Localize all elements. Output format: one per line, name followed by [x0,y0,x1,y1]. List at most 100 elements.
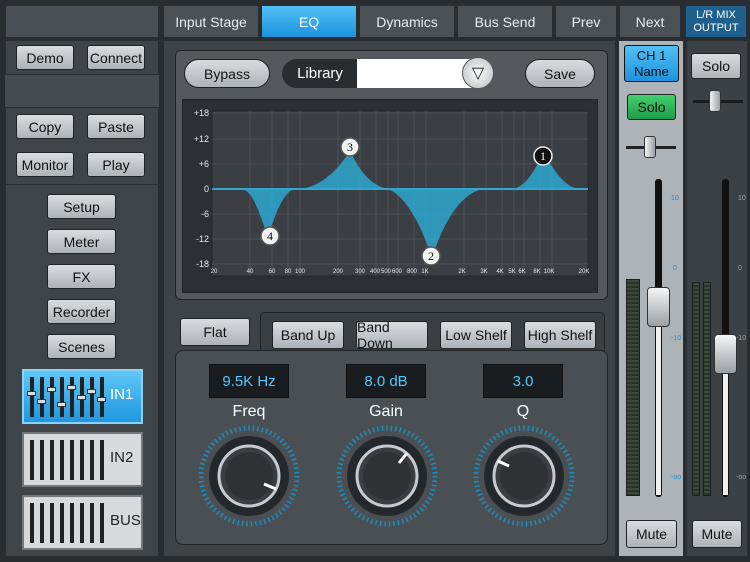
freq-label: Freq [232,403,266,420]
master-level-meter-right [703,282,711,496]
x-tick: 8K [533,269,540,275]
scenes-button[interactable]: Scenes [47,334,116,359]
demo-button[interactable]: Demo [16,45,74,70]
setup-button[interactable]: Setup [47,194,116,219]
channel-fader-handle[interactable] [647,287,670,327]
q-knob[interactable] [473,425,575,527]
channel-scale-mark: -oo [671,474,682,481]
flat-button[interactable]: Flat [180,318,250,346]
tab-next[interactable]: Next [619,5,681,38]
band-handle-4: 4 [260,226,280,246]
sidebar-divider [5,74,159,108]
svg-text:1: 1 [540,149,546,163]
tab-dynamics[interactable]: Dynamics [359,5,455,38]
master-scale-mark: 10 [738,195,746,202]
y-tick: -12 [196,234,209,244]
x-tick: 5K [508,269,515,275]
q-label: Q [516,403,530,420]
x-tick: 40 [247,269,254,275]
copy-button[interactable]: Copy [16,114,74,139]
sidebar-divider-2 [5,184,159,185]
x-tick: 800 [407,269,418,275]
y-tick: +18 [194,108,209,118]
master-scale-mark: -oo [736,474,747,481]
x-tick: 6K [518,269,525,275]
top-left-blank [5,5,159,38]
gain-label: Gain [369,403,403,420]
channel-scale-mark: -10 [671,335,682,342]
master-scale-mark: 0 [738,265,742,272]
recorder-button[interactable]: Recorder [47,299,116,324]
y-tick: 0 [204,184,209,194]
x-tick: 20 [211,269,218,275]
library-select[interactable] [357,59,477,88]
master-mute-button[interactable]: Mute [692,520,742,548]
channel-level-meter [626,279,640,496]
x-tick: 20K [579,269,590,275]
q-readout: 3.0 [483,364,563,398]
tab-bus-send[interactable]: Bus Send [457,5,553,38]
x-tick: 80 [285,269,292,275]
channel-mute-button[interactable]: Mute [626,520,677,548]
channel-label: IN2 [110,449,134,466]
x-tick: 600 [392,269,403,275]
x-tick: 300 [355,269,366,275]
x-tick: 4K [496,269,503,275]
pan-slider-handle[interactable] [644,136,656,158]
y-tick: -6 [201,209,209,219]
band-handle-3: 3 [340,137,360,157]
gain-knob[interactable] [336,425,438,527]
channel-solo-button[interactable]: Solo [627,94,676,120]
band-up-button[interactable]: Band Up [272,321,344,349]
x-tick: 1K [421,269,428,275]
x-tick: 2K [458,269,465,275]
paste-button[interactable]: Paste [87,114,145,139]
x-tick: 100 [295,269,306,275]
tab-eq[interactable]: EQ [261,5,357,38]
master-level-meter-left [692,282,700,496]
band-down-button[interactable]: Band Down [356,319,428,351]
high-shelf-button[interactable]: High Shelf [524,321,596,349]
master-fader-handle[interactable] [714,334,737,374]
master-pan-handle[interactable] [709,90,721,112]
channel-name-button[interactable]: CH 1 Name [624,45,679,82]
gain-readout: 8.0 dB [346,364,426,398]
low-shelf-button[interactable]: Low Shelf [440,321,512,349]
svg-text:3: 3 [347,140,353,154]
channel-in1[interactable]: IN1 [22,369,143,424]
channel-scale-mark: 10 [671,195,679,202]
svg-text:4: 4 [267,229,273,243]
channel-label: BUS [110,512,141,529]
band-handle-2: 2 [421,246,441,266]
master-fader-fill [723,355,728,495]
meter-button[interactable]: Meter [47,229,116,254]
master-scale-mark: -10 [736,335,747,342]
tab-prev[interactable]: Prev [555,5,617,38]
freq-knob[interactable] [198,425,300,527]
x-tick: 10K [544,269,555,275]
channel-scale-mark: 0 [673,265,677,272]
chevron-down-icon[interactable]: ▽ [462,57,494,89]
save-button[interactable]: Save [525,59,595,88]
svg-text:2: 2 [428,249,434,263]
play-button[interactable]: Play [87,152,145,177]
channel-bus[interactable]: BUS [22,495,143,550]
y-tick: +6 [199,159,209,169]
channel-in2[interactable]: IN2 [22,432,143,487]
monitor-button[interactable]: Monitor [16,152,74,177]
bypass-button[interactable]: Bypass [184,59,270,88]
tab-input-stage[interactable]: Input Stage [163,5,259,38]
freq-readout: 9.5K Hz [209,364,289,398]
library-label: Library [282,59,358,88]
fx-button[interactable]: FX [47,264,116,289]
eq-graph[interactable]: +18 +12 +6 0 -6 -12 -18 20 40 60 80 100 … [182,99,598,293]
channel-label: IN1 [110,386,134,403]
master-solo-button[interactable]: Solo [691,53,741,79]
y-tick: +12 [194,134,209,144]
x-tick: 60 [269,269,276,275]
x-tick: 500 [381,269,392,275]
connect-button[interactable]: Connect [87,45,145,70]
channel-fader-fill [656,305,661,495]
x-tick: 400 [370,269,381,275]
tab-lr-mix-output[interactable]: L/R MIX OUTPUT [685,5,747,38]
